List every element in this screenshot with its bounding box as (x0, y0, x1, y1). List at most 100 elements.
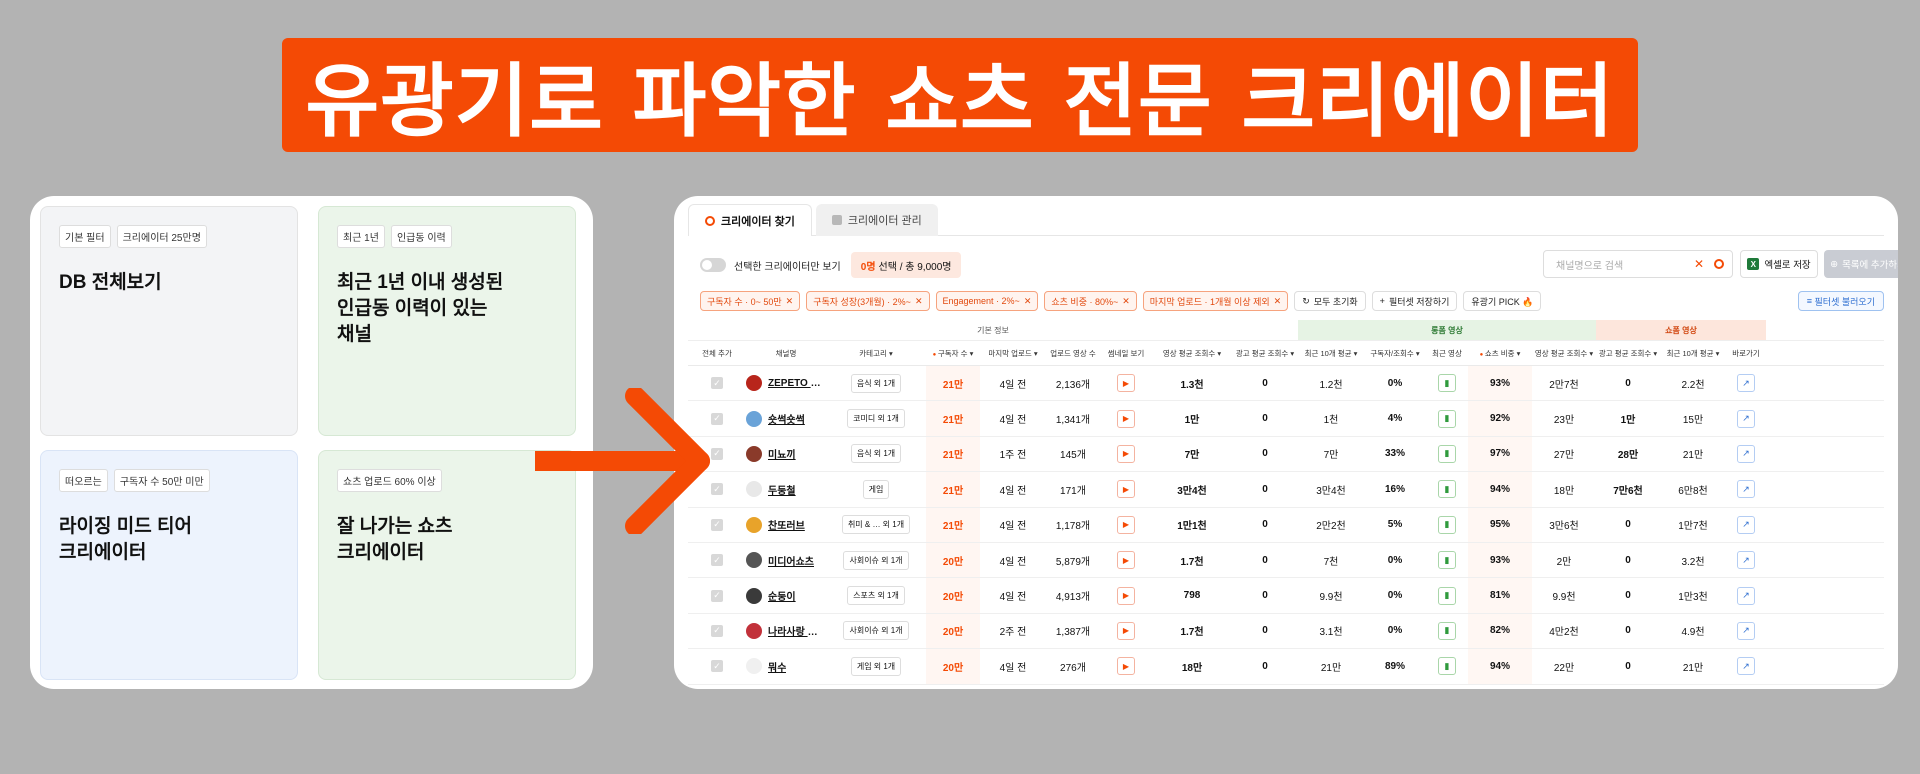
channel-name[interactable]: 순둥이 (768, 588, 796, 603)
filter-chip[interactable]: 마지막 업로드 · 1개월 이상 제외 ✕ (1142, 291, 1289, 311)
short-ad-avg-views: 0 (1625, 519, 1631, 531)
short-ad-avg-views: 7만6천 (1613, 485, 1643, 497)
row-checkbox[interactable]: ✓ (711, 660, 723, 673)
table-row[interactable]: ✓ 순둥이 스포츠 외 1개 20만 4일 전 4,913개 ▶ 798 0 9.9천 0% ▮ 81%… (688, 578, 1884, 614)
card-tag: 떠오르는 (59, 469, 108, 492)
add-to-list-button[interactable]: ⊕ 목록에 추가하기 (1824, 250, 1898, 278)
selected-only-toggle[interactable] (700, 258, 726, 272)
bar-chart-icon[interactable]: ▮ (1438, 515, 1456, 534)
table-row[interactable]: ✓ 나라사랑 청년정… 사회이슈 외 1개 20만 2주 전 1,387개 ▶ 1.7천 0 3.… (688, 613, 1884, 650)
preset-card-rising[interactable]: 떠오르는 구독자 수 50만 미만 라이징 미드 티어 크리에이터 (40, 450, 298, 680)
external-link-icon[interactable]: ↗ (1737, 480, 1755, 499)
filter-chip[interactable]: 구독자 성장(3개월) · 2%~ ✕ (806, 291, 930, 311)
bar-chart-icon[interactable]: ▮ (1438, 444, 1456, 463)
close-icon[interactable]: ✕ (1024, 296, 1032, 307)
play-icon[interactable]: ▶ (1117, 621, 1135, 640)
column-header[interactable]: 광고 평균 조회수 ▾ (1596, 348, 1660, 359)
column-header[interactable]: ● 쇼츠 비중 ▾ (1468, 348, 1532, 359)
close-icon[interactable]: ✕ (1122, 296, 1130, 307)
close-icon[interactable]: ✕ (786, 296, 794, 307)
column-header[interactable]: 구독자/조회수 ▾ (1364, 348, 1426, 359)
play-icon[interactable]: ▶ (1117, 480, 1135, 499)
column-header[interactable]: 영상 평균 조회수 ▾ (1532, 348, 1596, 359)
search-icon[interactable] (1714, 259, 1724, 269)
table-row[interactable]: ✓ 미뇨끼 음식 외 1개 21만 1주 전 145개 ▶ 7만 0 7만 33% ▮ 97% 27만 28… (688, 436, 1884, 473)
external-link-icon[interactable]: ↗ (1737, 444, 1755, 463)
export-excel-button[interactable]: X 엑셀로 저장 (1740, 250, 1818, 278)
external-link-icon[interactable]: ↗ (1737, 374, 1755, 393)
play-icon[interactable]: ▶ (1117, 551, 1135, 570)
external-link-icon[interactable]: ↗ (1737, 657, 1755, 676)
channel-name[interactable]: 나라사랑 청년정… (768, 623, 826, 638)
short-ad-avg-views: 28만 (1617, 450, 1639, 462)
filter-chip[interactable]: 쇼츠 비중 · 80%~ ✕ (1044, 291, 1137, 311)
bar-chart-icon[interactable]: ▮ (1438, 657, 1456, 676)
tab-find-creators[interactable]: 크리에이터 찾기 (688, 204, 812, 236)
channel-name[interactable]: 미뇨끼 (768, 446, 796, 461)
channel-name[interactable]: ZEPETO WOR… (768, 378, 826, 389)
filter-chip[interactable]: 구독자 수 · 0~ 50만 ✕ (700, 291, 801, 311)
short-recent-avg: 6만8천 (1678, 485, 1708, 497)
channel-name[interactable]: 뭐수 (768, 659, 786, 674)
pick-button[interactable]: 유광기 PICK 🔥 (1463, 291, 1542, 311)
column-header[interactable]: 광고 평균 조회수 ▾ (1232, 348, 1298, 359)
table-row[interactable]: ✓ 뭐수 게임 외 1개 20만 4일 전 276개 ▶ 18만 0 21만 89% ▮ 94% 22만 0… (688, 649, 1884, 685)
table-row[interactable]: ✓ 숏썩숏썩 코미디 외 1개 21만 4일 전 1,341개 ▶ 1만 0 1천 4% ▮ 92% 23… (688, 401, 1884, 437)
play-icon[interactable]: ▶ (1117, 444, 1135, 463)
external-link-icon[interactable]: ↗ (1737, 409, 1755, 428)
play-icon[interactable]: ▶ (1117, 657, 1135, 676)
table-row[interactable]: ✓ZEPETO WOR…음식 외 1개21만4일 전2,136개▶1.3천01.… (688, 366, 1884, 402)
play-icon[interactable]: ▶ (1117, 374, 1135, 393)
channel-name[interactable]: 두둥철 (768, 482, 796, 497)
recent-video-cell: ▮ (1426, 578, 1468, 612)
category-cell: 취미 & … 외 1개 (826, 508, 926, 542)
clear-icon[interactable]: ✕ (1694, 257, 1704, 271)
external-link-icon[interactable]: ↗ (1737, 621, 1755, 640)
filter-chip[interactable]: Engagement · 2%~ ✕ (935, 291, 1039, 311)
bar-chart-icon[interactable]: ▮ (1438, 551, 1456, 570)
column-header[interactable]: 카테고리 ▾ (826, 348, 926, 359)
table-row[interactable]: ✓ 두둥철 게임 21만 4일 전 171개 ▶ 3만4천 0 3만4천 16% ▮ 94% 18만 7만6… (688, 472, 1884, 508)
excel-icon: X (1747, 258, 1760, 270)
bar-chart-icon[interactable]: ▮ (1438, 621, 1456, 640)
bar-chart-icon[interactable]: ▮ (1438, 409, 1456, 428)
channel-name[interactable]: 찬또러브 (768, 517, 805, 532)
column-header[interactable]: 최근 10개 평균 ▾ (1298, 348, 1364, 359)
row-checkbox[interactable]: ✓ (711, 554, 723, 567)
channel-name[interactable]: 숏썩숏썩 (768, 411, 805, 426)
external-link-icon[interactable]: ↗ (1737, 586, 1755, 605)
long-ad-avg-views: 0 (1262, 483, 1268, 495)
channel-cell: 찬또러브 (746, 508, 826, 542)
play-icon[interactable]: ▶ (1117, 586, 1135, 605)
preset-card-all[interactable]: 기본 필터 크리에이터 25만명 DB 전체보기 (40, 206, 298, 436)
play-icon[interactable]: ▶ (1117, 515, 1135, 534)
chip-label: Engagement · 2%~ (942, 296, 1020, 306)
row-checkbox[interactable]: ✓ (711, 589, 723, 602)
table-row[interactable]: ✓ 미디어쇼츠 사회이슈 외 1개 20만 4일 전 5,879개 ▶ 1.7천 0 7천 0% ▮ 9… (688, 542, 1884, 579)
channel-search-input[interactable]: 채널명으로 검색 ✕ (1543, 250, 1733, 278)
row-checkbox[interactable]: ✓ (711, 624, 723, 637)
bar-chart-icon[interactable]: ▮ (1438, 480, 1456, 499)
save-preset-button[interactable]: + 필터셋 저장하기 (1371, 291, 1458, 311)
bar-chart-icon[interactable]: ▮ (1438, 374, 1456, 393)
close-icon[interactable]: ✕ (1274, 296, 1282, 307)
column-header[interactable]: 영상 평균 조회수 ▾ (1152, 348, 1232, 359)
play-icon[interactable]: ▶ (1117, 409, 1135, 428)
column-header[interactable]: ● 구독자 수 ▾ (926, 348, 980, 359)
last-upload: 4일 전 (999, 521, 1027, 533)
long-avg-views: 1.3천 (1180, 379, 1204, 391)
table-row[interactable]: ✓ 찬또러브 취미 & … 외 1개 21만 4일 전 1,178개 ▶ 1만1천 0 2만2천 5… (688, 507, 1884, 543)
close-icon[interactable]: ✕ (915, 296, 923, 307)
reset-filters-button[interactable]: ↻ 모두 초기화 (1294, 291, 1366, 311)
external-link-icon[interactable]: ↗ (1737, 515, 1755, 534)
long-recent-avg: 1천 (1323, 415, 1339, 427)
card-tag: 쇼츠 업로드 60% 이상 (337, 469, 442, 492)
selected-count: 0명 (860, 261, 876, 273)
tab-manage-creators[interactable]: 크리에이터 관리 (815, 204, 938, 236)
channel-name[interactable]: 미디어쇼츠 (768, 553, 814, 568)
bar-chart-icon[interactable]: ▮ (1438, 586, 1456, 605)
column-header[interactable]: 마지막 업로드 ▾ (980, 348, 1046, 359)
column-header[interactable]: 최근 10개 평균 ▾ (1660, 348, 1726, 359)
external-link-icon[interactable]: ↗ (1737, 551, 1755, 570)
load-preset-button[interactable]: ≡ 필터셋 불러오기 (1797, 291, 1884, 311)
